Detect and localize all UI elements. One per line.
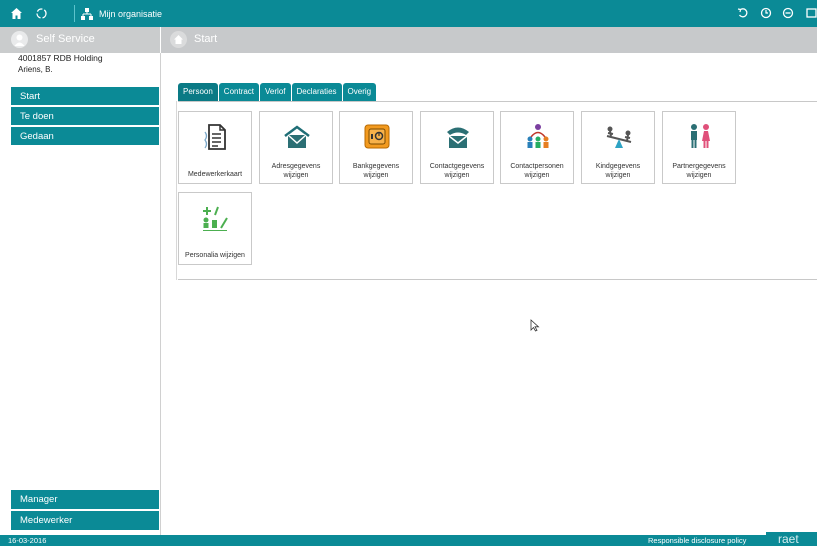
employee-company: 4001857 RDB Holding xyxy=(18,53,103,63)
personalia-edit-icon xyxy=(203,206,228,231)
sidebar-item-manager[interactable]: Manager xyxy=(11,490,159,509)
panel-border xyxy=(176,101,177,280)
seesaw-icon xyxy=(606,126,632,148)
start-icon xyxy=(170,31,187,48)
topbar-divider xyxy=(74,5,75,22)
tile-kindgegevens[interactable]: Kindgegevens wijzigen xyxy=(581,111,655,184)
mouse-cursor-icon xyxy=(530,319,540,332)
tile-label: Personalia wijzigen xyxy=(185,252,245,259)
user-icon xyxy=(14,34,25,46)
tab-declaraties[interactable]: Declaraties xyxy=(291,83,342,101)
refresh-icon[interactable] xyxy=(33,5,49,21)
tab-underline xyxy=(178,101,817,102)
history-icon[interactable] xyxy=(758,5,774,21)
sidebar-item-start[interactable]: Start xyxy=(11,87,159,106)
organisation-icon xyxy=(81,7,93,20)
my-organisation-button[interactable]: Mijn organisatie xyxy=(80,5,162,22)
tile-contactpersonen[interactable]: Contactpersonen wijzigen xyxy=(500,111,574,184)
phone-envelope-icon xyxy=(447,127,469,148)
people-network-icon xyxy=(527,124,549,148)
home-icon[interactable] xyxy=(8,5,24,21)
couple-icon xyxy=(691,124,710,148)
tile-label: Kindgegevens wijzigen xyxy=(595,163,641,179)
house-envelope-icon xyxy=(284,125,310,148)
current-date: 16-03-2016 xyxy=(8,536,47,545)
sidebar-item-medewerker[interactable]: Medewerker xyxy=(11,511,159,530)
undo-icon[interactable] xyxy=(735,5,751,21)
tab-contract[interactable]: Contract xyxy=(218,83,260,101)
tile-medewerkerkaart[interactable]: Medewerkerkaart xyxy=(178,111,252,184)
responsible-disclosure-link[interactable]: Responsible disclosure policy xyxy=(648,535,746,546)
tile-adresgegevens[interactable]: Adresgegevens wijzigen xyxy=(259,111,333,184)
top-bar: Mijn organisatie xyxy=(0,0,817,27)
tile-label: Medewerkerkaart xyxy=(187,171,243,178)
status-bar: 16-03-2016 Responsible disclosure policy… xyxy=(0,532,817,546)
tile-contactgegevens[interactable]: Contactgegevens wijzigen xyxy=(420,111,494,184)
avatar[interactable] xyxy=(11,31,28,48)
sidebar-item-gedaan[interactable]: Gedaan xyxy=(11,127,159,146)
safe-icon xyxy=(364,124,390,149)
tab-verlof[interactable]: Verlof xyxy=(260,83,291,101)
tile-label: Bankgegevens wijzigen xyxy=(352,163,400,179)
raet-logo: raet xyxy=(766,532,817,546)
document-icon xyxy=(204,124,226,150)
tab-overig[interactable]: Overig xyxy=(342,83,377,101)
header-left: Self Service xyxy=(0,27,161,53)
logout-icon[interactable] xyxy=(780,5,796,21)
tile-label: Contactgegevens wijzigen xyxy=(429,163,485,179)
tile-personalia[interactable]: Personalia wijzigen xyxy=(178,192,252,265)
tile-label: Contactpersonen wijzigen xyxy=(510,163,564,179)
tile-partnergegevens[interactable]: Partnergegevens wijzigen xyxy=(662,111,736,184)
sidebar-item-te-doen[interactable]: Te doen xyxy=(11,107,159,126)
page-header: Self Service Start xyxy=(0,27,817,53)
tile-bankgegevens[interactable]: Bankgegevens wijzigen xyxy=(339,111,413,184)
panel-bottom-border xyxy=(178,279,817,280)
tile-label: Partnergegevens wijzigen xyxy=(672,163,726,179)
my-organisation-label: Mijn organisatie xyxy=(99,8,163,19)
tile-label: Adresgegevens wijzigen xyxy=(271,163,321,179)
breadcrumb: Start xyxy=(194,33,218,45)
tab-bar: Persoon Contract Verlof Declaraties Over… xyxy=(178,83,377,101)
window-icon[interactable] xyxy=(803,5,817,21)
tab-persoon[interactable]: Persoon xyxy=(178,83,218,101)
app-title: Self Service xyxy=(36,33,95,45)
employee-name: Ariens, B. xyxy=(18,65,53,74)
sidebar: 4001857 RDB Holding Ariens, B. Start Te … xyxy=(0,53,161,535)
